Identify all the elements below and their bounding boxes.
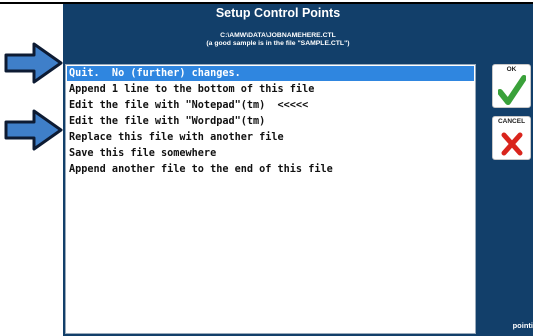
close-icon — [501, 132, 523, 156]
options-list[interactable]: Quit. No (further) changes. Append 1 lin… — [65, 64, 476, 334]
ok-label: OK — [506, 66, 517, 73]
setup-dialog: Setup Control Points C:\AMW\DATA\JOBNAME… — [63, 4, 533, 336]
annotation-arrow-icon — [4, 42, 63, 84]
ok-button[interactable]: OK — [492, 64, 531, 108]
option-edit-notepad[interactable]: Edit the file with "Notepad"(tm) <<<<< — [67, 98, 474, 113]
annotation-arrow-icon — [4, 109, 63, 151]
checkmark-icon — [498, 75, 526, 105]
cancel-label: CANCEL — [497, 118, 526, 125]
option-quit[interactable]: Quit. No (further) changes. — [67, 66, 474, 81]
cancel-button[interactable]: CANCEL — [492, 116, 531, 160]
option-append-line[interactable]: Append 1 line to the bottom of this file — [67, 82, 474, 97]
status-text: pointi — [512, 321, 533, 330]
option-save-file[interactable]: Save this file somewhere — [67, 146, 474, 161]
file-path: C:\AMW\DATA\JOBNAMEHERE.CTL — [220, 32, 336, 39]
option-edit-wordpad[interactable]: Edit the file with "Wordpad"(tm) — [67, 114, 474, 129]
sample-note: (a good sample is in the file "SAMPLE.CT… — [206, 40, 350, 47]
option-append-file[interactable]: Append another file to the end of this f… — [67, 162, 474, 177]
option-replace-file[interactable]: Replace this file with another file — [67, 130, 474, 145]
dialog-title: Setup Control Points — [215, 6, 341, 20]
